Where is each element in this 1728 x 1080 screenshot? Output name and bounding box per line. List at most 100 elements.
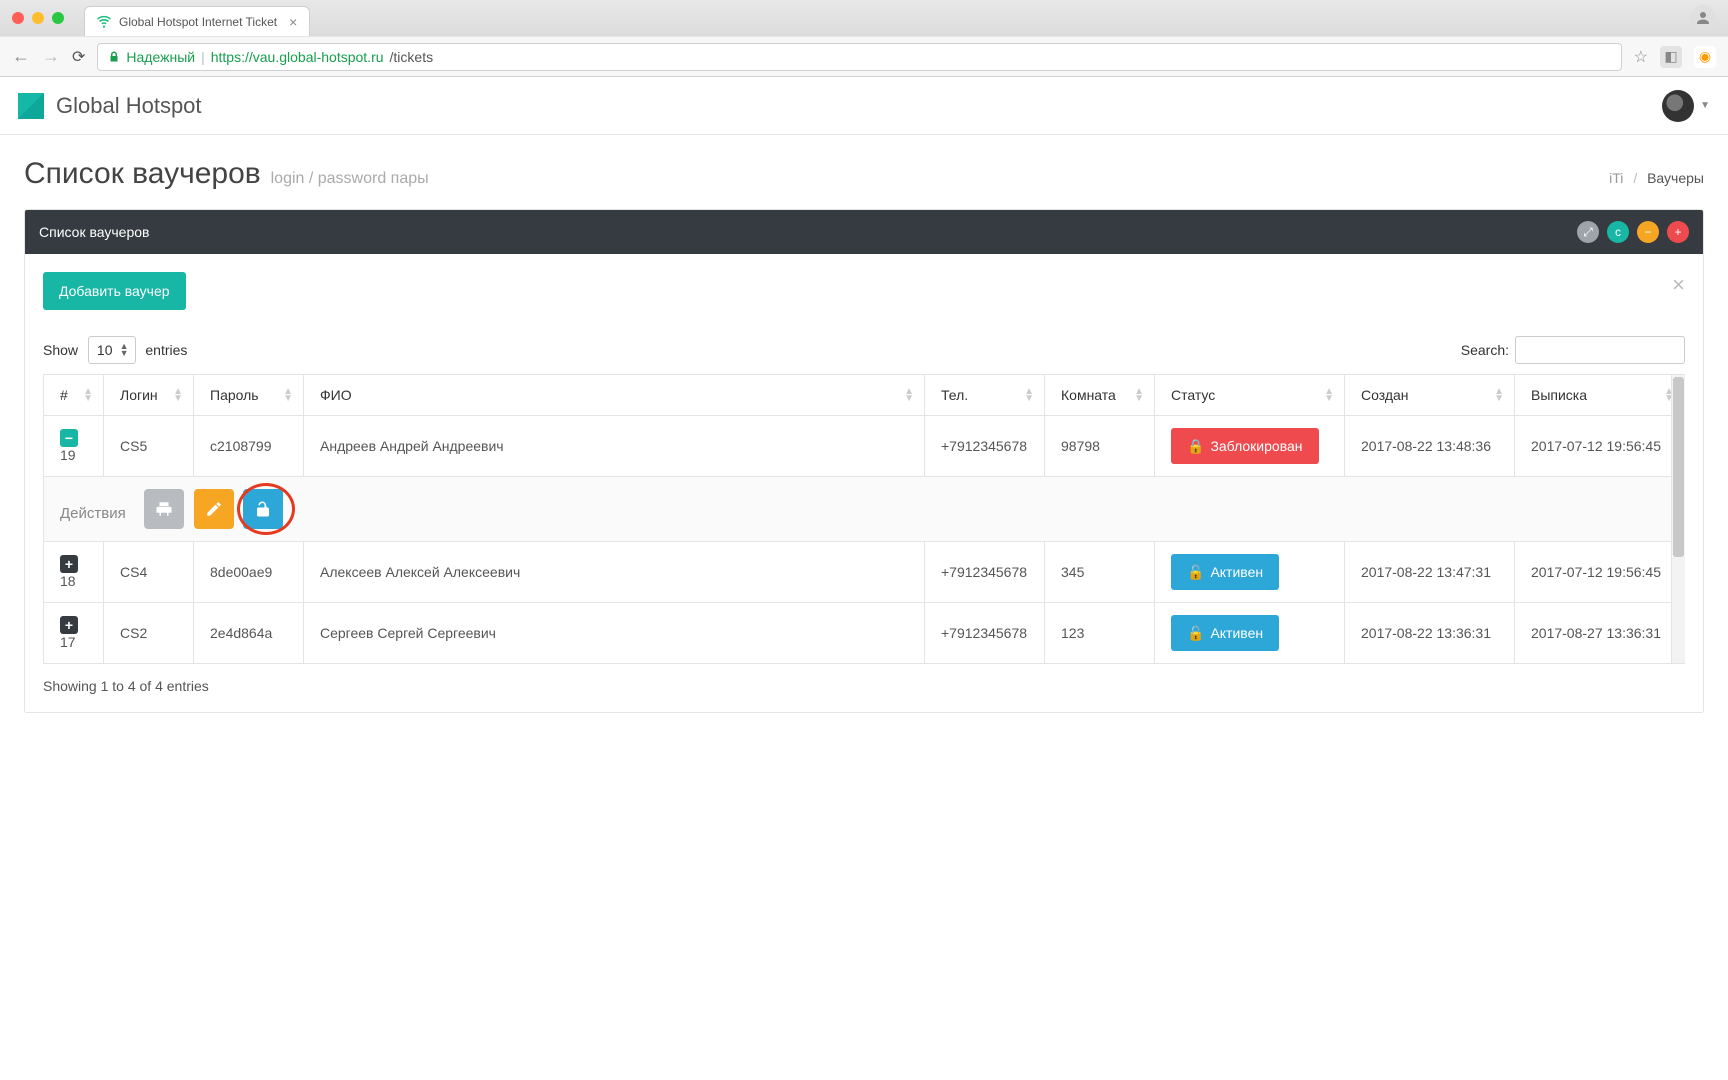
window-close-button[interactable] <box>12 12 24 24</box>
unlock-button[interactable] <box>243 489 283 529</box>
secure-label: Надежный <box>126 49 195 65</box>
cell-id: 17 <box>60 634 76 650</box>
nav-back-icon[interactable]: ← <box>12 46 30 67</box>
url-scheme: https:// <box>211 49 253 65</box>
tab-close-icon[interactable]: × <box>289 14 297 30</box>
actions-label: Действия <box>60 505 126 522</box>
window-minimize-button[interactable] <box>32 12 44 24</box>
col-status[interactable]: Статус▲▼ <box>1155 375 1345 416</box>
window-buttons <box>12 12 64 24</box>
vouchers-table: #▲▼ Логин▲▼ Пароль▲▼ ФИО▲▼ Тел.▲▼ Комнат… <box>43 374 1685 664</box>
cell-created: 2017-08-22 13:47:31 <box>1345 542 1515 603</box>
chrome-profile-icon[interactable] <box>1690 5 1716 31</box>
panel-close-icon[interactable]: + <box>1667 221 1689 243</box>
window-maximize-button[interactable] <box>52 12 64 24</box>
cell-checkout: 2017-07-12 19:56:45 <box>1515 542 1685 603</box>
sort-icon: ▲▼ <box>1324 388 1334 402</box>
col-room[interactable]: Комната▲▼ <box>1045 375 1155 416</box>
col-created[interactable]: Создан▲▼ <box>1345 375 1515 416</box>
col-checkout[interactable]: Выписка▲▼ <box>1515 375 1685 416</box>
secure-lock-icon <box>108 51 120 63</box>
table-container: #▲▼ Логин▲▼ Пароль▲▼ ФИО▲▼ Тел.▲▼ Комнат… <box>43 374 1685 664</box>
page: Список ваучеров login / password пары iT… <box>0 135 1728 735</box>
cell-created: 2017-08-22 13:48:36 <box>1345 416 1515 477</box>
status-active-badge[interactable]: 🔓Активен <box>1171 615 1279 651</box>
reload-icon[interactable]: ⟳ <box>72 47 85 67</box>
sort-icon: ▲▼ <box>283 388 293 402</box>
cell-login: CS4 <box>104 542 194 603</box>
status-blocked-badge[interactable]: 🔒Заблокирован <box>1171 428 1319 464</box>
vouchers-panel: Список ваучеров ⤢ c − + Добавить ваучер … <box>24 209 1704 713</box>
cell-name: Андреев Андрей Андреевич <box>304 416 925 477</box>
cell-room: 123 <box>1045 603 1155 664</box>
collapse-row-button[interactable]: − <box>60 429 78 447</box>
extension-icon-2[interactable]: ◉ <box>1694 46 1716 68</box>
cell-phone: +7912345678 <box>925 542 1045 603</box>
cell-created: 2017-08-22 13:36:31 <box>1345 603 1515 664</box>
length-prefix: Show <box>43 342 78 358</box>
length-select[interactable]: 10 ▲▼ <box>88 336 136 364</box>
page-subtitle: login / password пары <box>271 170 429 187</box>
col-name[interactable]: ФИО▲▼ <box>304 375 925 416</box>
extension-icon-1[interactable]: ◧ <box>1660 46 1682 68</box>
cell-phone: +7912345678 <box>925 416 1045 477</box>
cell-id: 19 <box>60 447 76 463</box>
browser-chrome: Global Hotspot Internet Ticket × ← → ⟳ Н… <box>0 0 1728 77</box>
panel-minimize-icon[interactable]: − <box>1637 221 1659 243</box>
nav-forward-icon[interactable]: → <box>42 46 60 67</box>
panel-title: Список ваучеров <box>39 224 1577 240</box>
sort-icon: ▲▼ <box>173 388 183 402</box>
status-active-badge[interactable]: 🔓Активен <box>1171 554 1279 590</box>
browser-titlebar: Global Hotspot Internet Ticket × <box>0 0 1728 36</box>
length-value: 10 <box>97 342 113 358</box>
col-phone[interactable]: Тел.▲▼ <box>925 375 1045 416</box>
cell-name: Сергеев Сергей Сергеевич <box>304 603 925 664</box>
expand-row-button[interactable]: + <box>60 555 78 573</box>
table-controls: Show 10 ▲▼ entries Search: <box>43 336 1685 364</box>
breadcrumb: iTi / Ваучеры <box>1609 170 1704 186</box>
app-logo-icon <box>18 93 44 119</box>
add-voucher-button[interactable]: Добавить ваучер <box>43 272 186 310</box>
table-scrollbar[interactable] <box>1671 375 1685 663</box>
cell-checkout: 2017-08-27 13:36:31 <box>1515 603 1685 664</box>
sort-icon: ▲▼ <box>83 388 93 402</box>
print-button[interactable] <box>144 489 184 529</box>
browser-tab[interactable]: Global Hotspot Internet Ticket × <box>84 6 310 36</box>
unlock-highlight <box>243 489 289 529</box>
cell-password: 2e4d864a <box>194 603 304 664</box>
cell-name: Алексеев Алексей Алексеевич <box>304 542 925 603</box>
url-host: vau.global-hotspot.ru <box>253 49 384 65</box>
browser-toolbar: ← → ⟳ Надежный | https://vau.global-hots… <box>0 36 1728 76</box>
expand-row-button[interactable]: + <box>60 616 78 634</box>
avatar <box>1662 90 1694 122</box>
cell-room: 98798 <box>1045 416 1155 477</box>
col-password[interactable]: Пароль▲▼ <box>194 375 304 416</box>
unlock-icon: 🔓 <box>1187 625 1204 642</box>
table-info: Showing 1 to 4 of 4 entries <box>43 678 1685 694</box>
address-bar[interactable]: Надежный | https://vau.global-hotspot.ru… <box>97 43 1621 71</box>
lock-icon: 🔒 <box>1187 438 1204 455</box>
bookmark-star-icon[interactable]: ☆ <box>1634 47 1648 67</box>
dismiss-icon[interactable]: × <box>1672 272 1685 298</box>
search-label: Search: <box>1461 342 1509 358</box>
app-header: Global Hotspot ▼ <box>0 77 1728 135</box>
user-menu[interactable]: ▼ <box>1662 90 1710 122</box>
search-input[interactable] <box>1515 336 1685 364</box>
breadcrumb-parent[interactable]: iTi <box>1609 170 1623 186</box>
panel-collapse-icon[interactable]: ⤢ <box>1577 221 1599 243</box>
panel-refresh-icon[interactable]: c <box>1607 221 1629 243</box>
print-icon <box>155 500 173 518</box>
unlock-icon <box>254 500 272 518</box>
edit-button[interactable] <box>194 489 234 529</box>
cell-password: 8de00ae9 <box>194 542 304 603</box>
panel-header: Список ваучеров ⤢ c − + <box>25 210 1703 254</box>
browser-tab-title: Global Hotspot Internet Ticket <box>119 15 277 29</box>
table-row: + 17 CS2 2e4d864a Сергеев Сергей Сергеев… <box>44 603 1685 664</box>
cell-login: CS5 <box>104 416 194 477</box>
cell-phone: +7912345678 <box>925 603 1045 664</box>
sort-icon: ▲▼ <box>1134 388 1144 402</box>
col-id[interactable]: #▲▼ <box>44 375 104 416</box>
chevron-down-icon: ▼ <box>1700 100 1710 111</box>
scrollbar-thumb[interactable] <box>1673 377 1684 557</box>
col-login[interactable]: Логин▲▼ <box>104 375 194 416</box>
